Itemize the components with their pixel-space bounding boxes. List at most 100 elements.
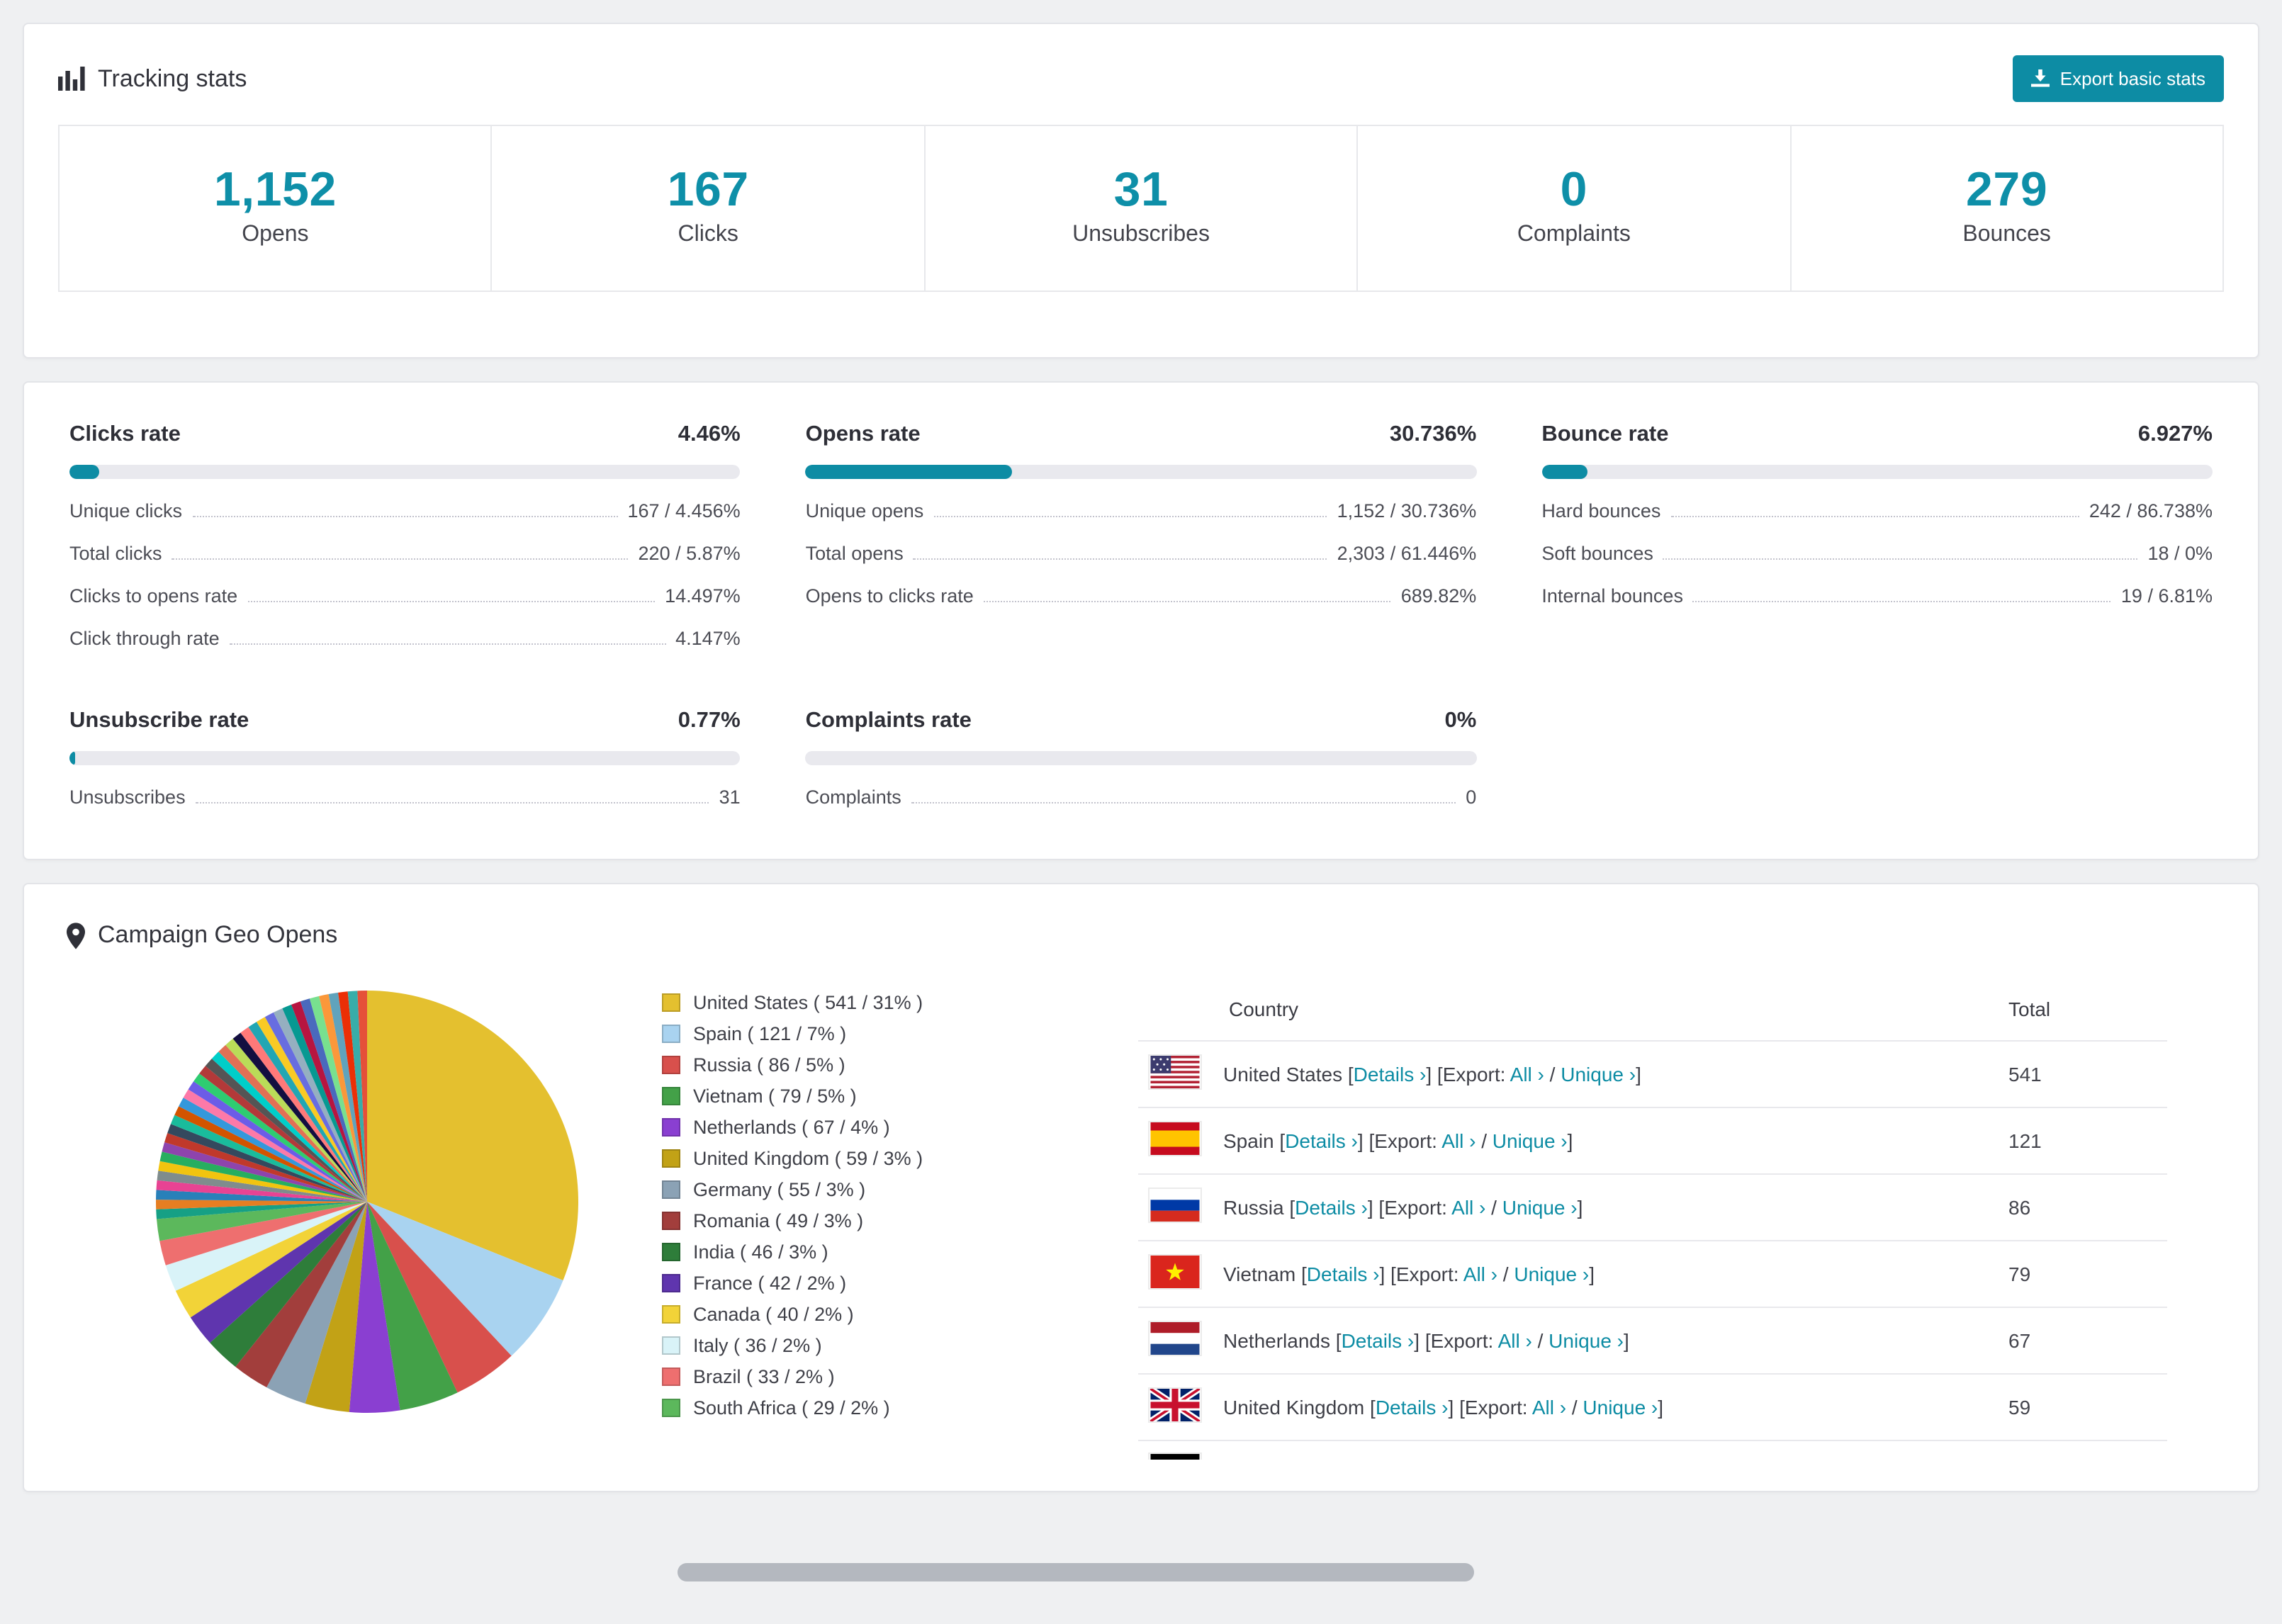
rate-progress-fill: [69, 751, 75, 765]
stat-value: 167: [667, 163, 749, 217]
rate-title: Bounce rate: [1541, 422, 1669, 446]
geo-title-text: Campaign Geo Opens: [98, 921, 338, 948]
metric-label: Unsubscribes: [69, 786, 186, 808]
geo-table-header-row: Country Total: [1138, 978, 2167, 1042]
rates-grid: Clicks rate 4.46% Unique clicks 167 / 4.456…: [69, 422, 2213, 808]
legend-swatch: [662, 1399, 680, 1417]
flag-cell: [1138, 1041, 1212, 1108]
metric-row-opens-to-clicks-rate: Opens to clicks rate 689.82%: [806, 585, 1477, 607]
rate-progress-bar: [1541, 465, 2213, 479]
metric-row-hard-bounces: Hard bounces 242 / 86.738%: [1541, 500, 2213, 521]
dotted-leader: [195, 802, 709, 803]
export-unique-link-spain[interactable]: Unique ›: [1493, 1129, 1568, 1152]
legend-item-vietnam: Vietnam ( 79 / 5% ): [662, 1086, 1118, 1107]
rate-percent: 6.927%: [2137, 422, 2213, 446]
flag-cell: [1138, 1374, 1212, 1441]
rate-progress-bar: [805, 465, 1477, 479]
country-cell: Spain [Details ›] [Export: All › / Uniqu…: [1212, 1107, 1997, 1175]
export-unique-link-united-states[interactable]: Unique ›: [1561, 1063, 1636, 1086]
rate-progress-fill: [805, 465, 1012, 479]
stat-box-complaints: 0 Complaints: [1356, 125, 1792, 292]
legend-swatch: [662, 1180, 680, 1199]
flag-icon-vn: [1150, 1256, 1201, 1288]
flag-icon-nl: [1150, 1322, 1201, 1355]
country-name: Netherlands: [1223, 1329, 1336, 1352]
dotted-leader: [911, 802, 1456, 803]
metric-row-click-through-rate: Click through rate 4.147%: [69, 628, 741, 649]
stat-label: Clicks: [678, 222, 738, 247]
export-unique-link-russia[interactable]: Unique ›: [1502, 1196, 1578, 1219]
legend-item-romania: Romania ( 49 / 3% ): [662, 1210, 1118, 1231]
legend-item-france: France ( 42 / 2% ): [662, 1273, 1118, 1294]
dotted-leader: [933, 516, 1327, 517]
rate-block-complaints-rate: Complaints rate 0% Complaints 0: [805, 709, 1477, 808]
tracking-title-text: Tracking stats: [98, 64, 247, 91]
dotted-leader: [983, 601, 1391, 602]
export-unique-link-vietnam[interactable]: Unique ›: [1514, 1263, 1589, 1285]
country-column-header: Country: [1138, 978, 1997, 1042]
stat-label: Bounces: [1962, 222, 2051, 247]
export-all-link-spain[interactable]: All ›: [1441, 1129, 1476, 1152]
metric-label: Click through rate: [69, 628, 220, 649]
export-unique-link-united-kingdom[interactable]: Unique ›: [1583, 1396, 1658, 1419]
dotted-leader: [192, 516, 618, 517]
flag-icon-es: [1150, 1122, 1201, 1155]
details-link-united-states[interactable]: Details ›: [1354, 1063, 1427, 1086]
legend-swatch: [662, 1056, 680, 1074]
export-unique-link-netherlands[interactable]: Unique ›: [1548, 1329, 1624, 1352]
flag-cell: [1138, 1107, 1212, 1175]
total-cell: 59: [1997, 1374, 2167, 1441]
export-button-label: Export basic stats: [2059, 68, 2205, 89]
metric-row-complaints: Complaints 0: [806, 786, 1477, 808]
details-link-russia[interactable]: Details ›: [1295, 1196, 1368, 1219]
metric-value: 689.82%: [1400, 585, 1477, 607]
rate-percent: 4.46%: [678, 422, 741, 446]
dotted-leader: [247, 601, 656, 602]
table-row-united-kingdom: United Kingdom [Details ›] [Export: All …: [1138, 1374, 2167, 1441]
metric-value: 14.497%: [665, 585, 741, 607]
legend-item-germany: Germany ( 55 / 3% ): [662, 1179, 1118, 1200]
geo-table: Country Total United States [Details ›] …: [1138, 978, 2167, 1441]
legend-label: Canada ( 40 / 2% ): [693, 1304, 854, 1325]
metric-label: Opens to clicks rate: [805, 585, 974, 607]
metric-value: 0: [1466, 786, 1477, 808]
export-all-link-vietnam[interactable]: All ›: [1463, 1263, 1497, 1285]
legend-label: Netherlands ( 67 / 4% ): [693, 1117, 890, 1138]
download-icon: [2031, 69, 2050, 88]
geo-table-body: United States [Details ›] [Export: All ›…: [1138, 1041, 2167, 1441]
legend-label: France ( 42 / 2% ): [693, 1273, 847, 1294]
legend-swatch: [662, 1118, 680, 1137]
metric-row-unsubscribes: Unsubscribes 31: [69, 786, 741, 808]
total-cell: 541: [1997, 1041, 2167, 1108]
metric-label: Clicks to opens rate: [69, 585, 238, 607]
rate-block-opens-rate: Opens rate 30.736% Unique opens 1,152 / 30.…: [805, 422, 1477, 607]
metric-label: Internal bounces: [1541, 585, 1683, 607]
metric-label: Hard bounces: [1541, 500, 1661, 521]
flag-icon-us: [1150, 1056, 1201, 1088]
metric-value: 167 / 4.456%: [627, 500, 741, 521]
export-all-link-netherlands[interactable]: All ›: [1498, 1329, 1532, 1352]
export-all-link-russia[interactable]: All ›: [1451, 1196, 1485, 1219]
legend-label: Brazil ( 33 / 2% ): [693, 1366, 835, 1387]
export-all-link-united-states[interactable]: All ›: [1510, 1063, 1544, 1086]
export-basic-stats-button[interactable]: Export basic stats: [2013, 55, 2224, 102]
details-link-netherlands[interactable]: Details ›: [1342, 1329, 1415, 1352]
legend-label: Russia ( 86 / 5% ): [693, 1054, 845, 1076]
horizontal-scrollbar-thumb[interactable]: [678, 1563, 1474, 1581]
details-link-united-kingdom[interactable]: Details ›: [1376, 1396, 1449, 1419]
stat-value: 31: [1113, 163, 1169, 217]
rate-block-clicks-rate: Clicks rate 4.46% Unique clicks 167 / 4.456…: [69, 422, 741, 649]
details-link-spain[interactable]: Details ›: [1285, 1129, 1358, 1152]
table-row-spain: Spain [Details ›] [Export: All › / Uniqu…: [1138, 1107, 2167, 1175]
dotted-leader: [1663, 558, 2138, 560]
campaign-geo-opens-card: Campaign Geo Opens United States ( 541 /…: [23, 883, 2259, 1492]
flag-icon-de: [1150, 1454, 1201, 1460]
stat-box-opens: 1,152 Opens: [58, 125, 493, 292]
table-row-vietnam: Vietnam [Details ›] [Export: All › / Uni…: [1138, 1241, 2167, 1308]
metric-value: 242 / 86.738%: [2089, 500, 2213, 521]
export-all-link-united-kingdom[interactable]: All ›: [1532, 1396, 1566, 1419]
geo-pie-chart[interactable]: [154, 989, 580, 1414]
legend-item-united-kingdom: United Kingdom ( 59 / 3% ): [662, 1148, 1118, 1169]
rate-block-bounce-rate: Bounce rate 6.927% Hard bounces 242 / 86.73…: [1541, 422, 2213, 607]
details-link-vietnam[interactable]: Details ›: [1307, 1263, 1380, 1285]
